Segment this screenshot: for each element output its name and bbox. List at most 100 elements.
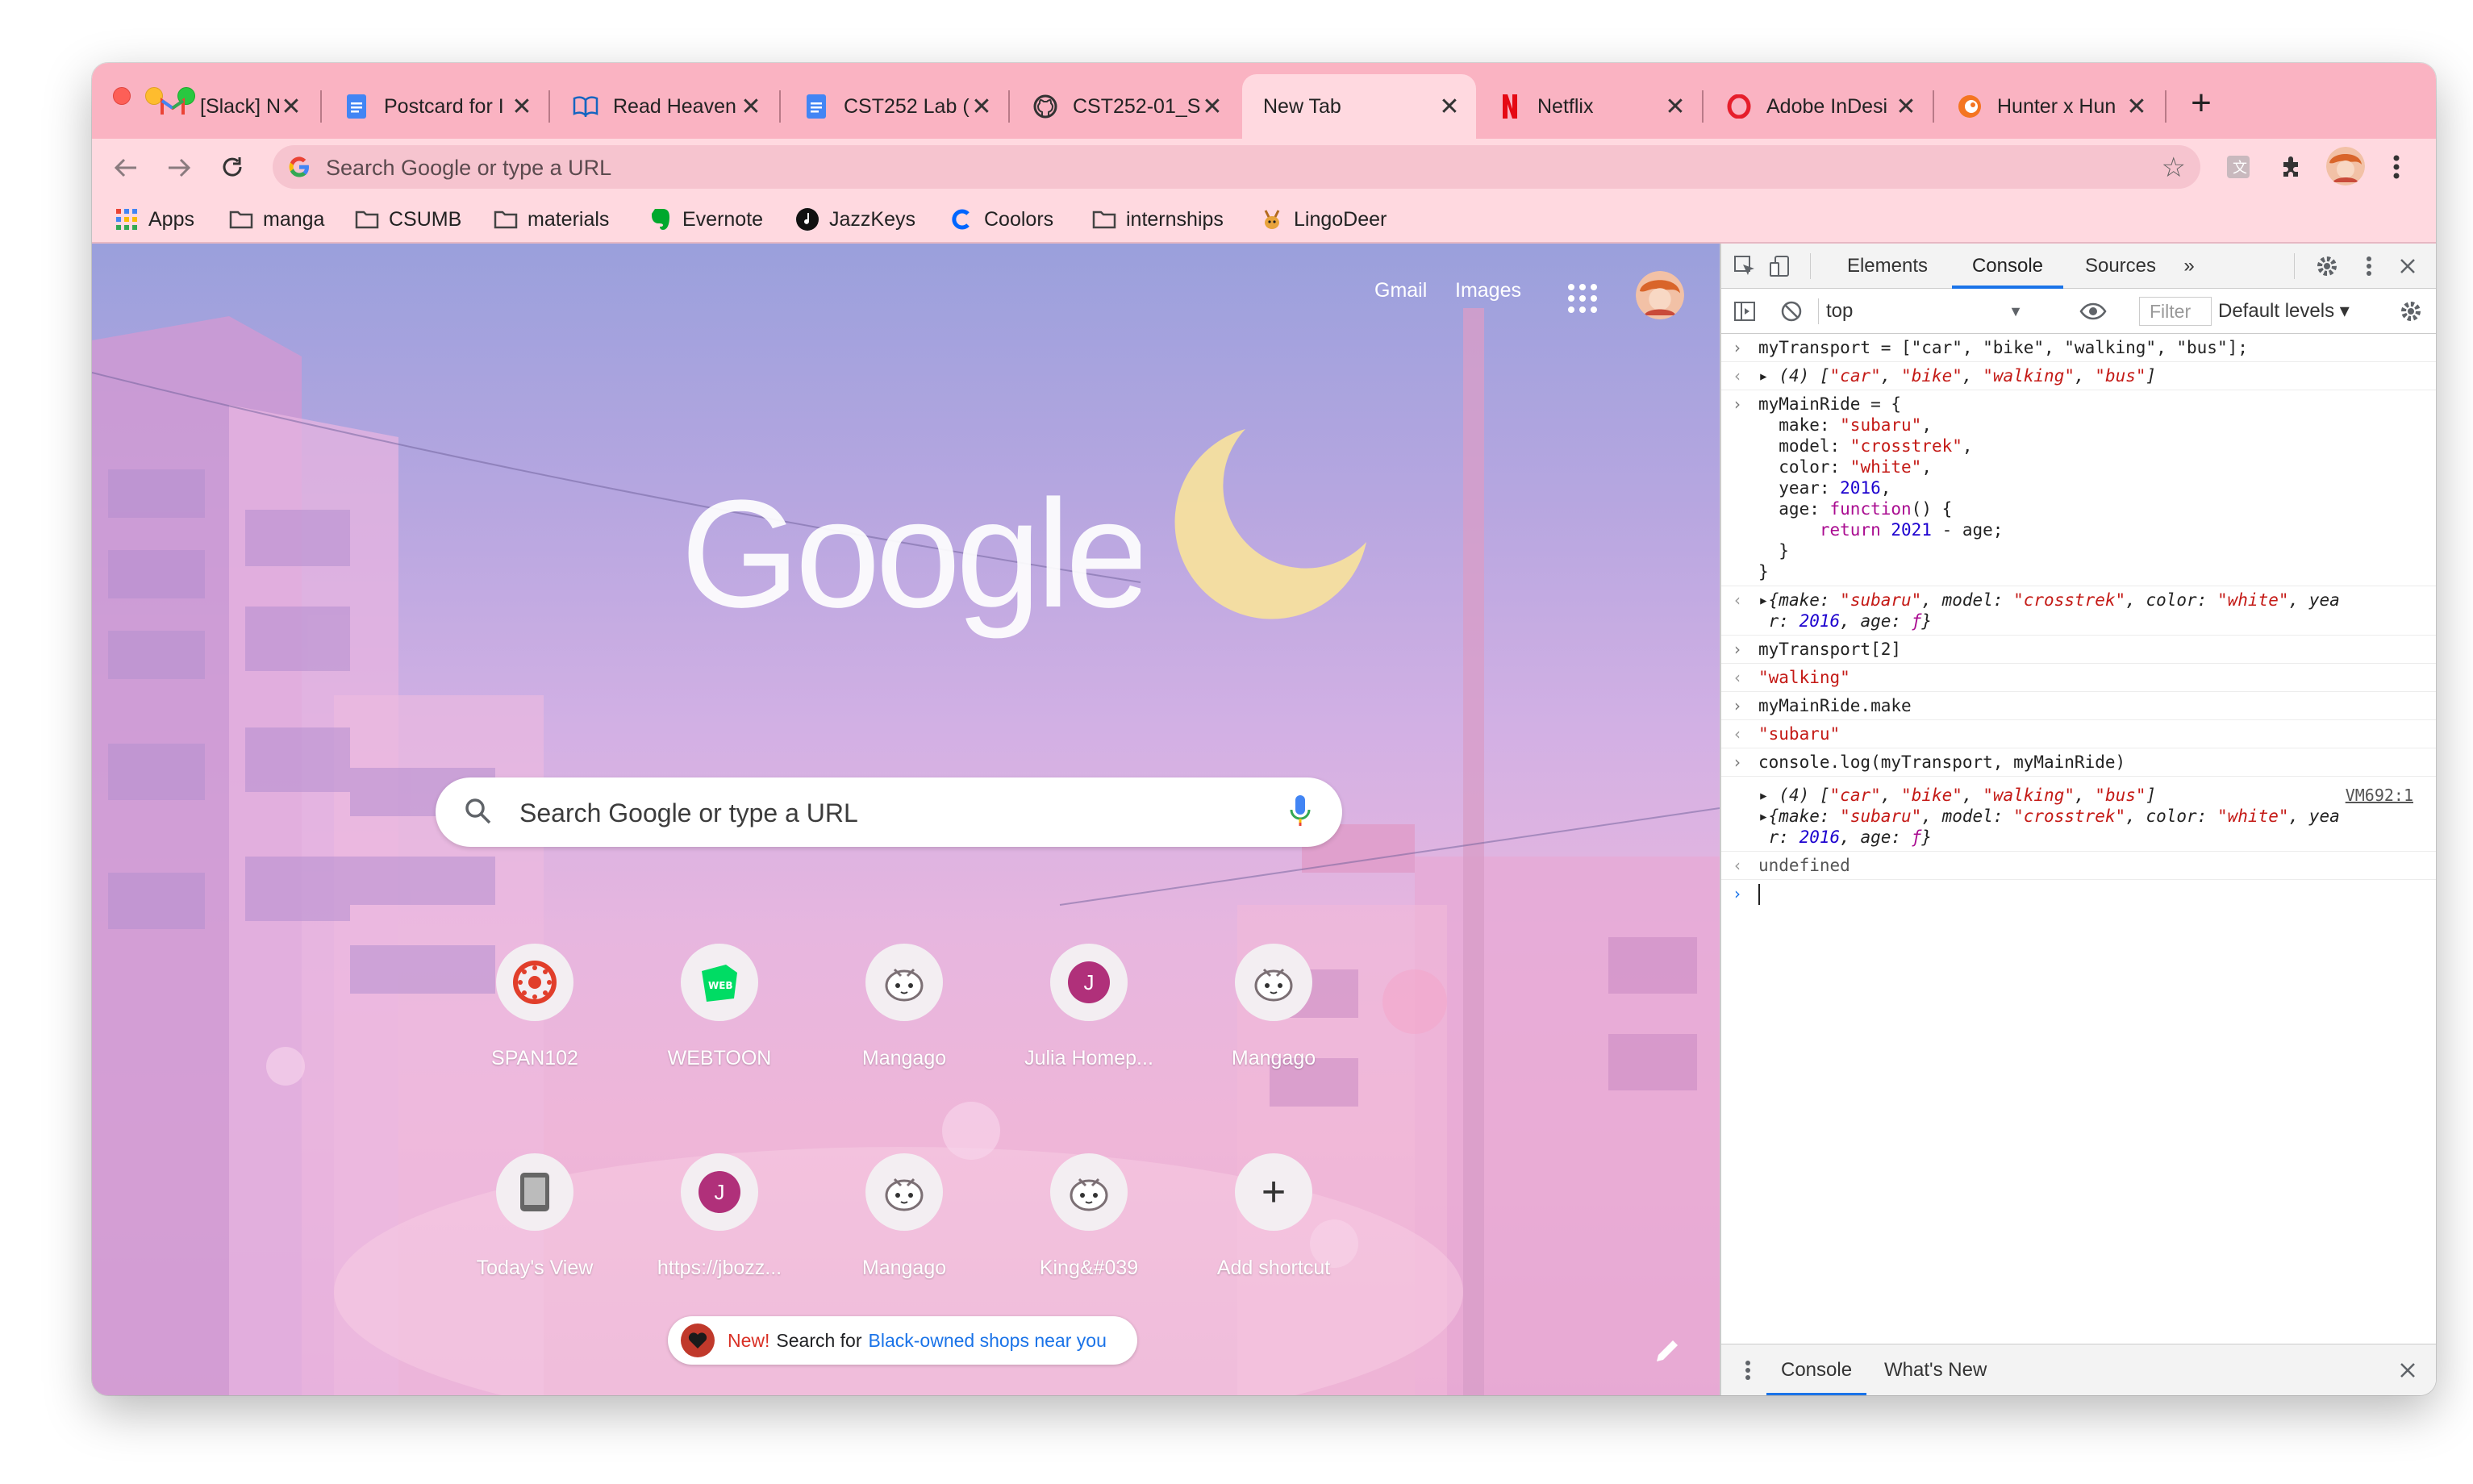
extensions-puzzle-icon[interactable] — [2275, 150, 2308, 184]
result-arrow-icon: ‹ — [1734, 724, 1741, 744]
log-levels-dropdown[interactable]: Default levels ▾ — [2218, 297, 2379, 326]
close-drawer-icon[interactable] — [2394, 1357, 2421, 1384]
bookmark-coolors[interactable]: Coolors — [950, 203, 1053, 236]
tab-adobe-indesign[interactable]: Adobe InDesi ✕ — [1705, 74, 1933, 139]
close-icon[interactable]: ✕ — [1200, 93, 1224, 121]
console-code: myMainRide.make — [1758, 696, 1912, 715]
tab-console[interactable]: Console — [1952, 244, 2063, 289]
console-value: undefined — [1758, 856, 1850, 875]
account-avatar[interactable] — [1636, 271, 1684, 319]
tab-new-tab[interactable]: New Tab ✕ — [1242, 74, 1476, 139]
live-expression-eye-icon[interactable] — [2079, 298, 2107, 325]
shortcut-mangago-3[interactable]: Mangago — [814, 1153, 995, 1339]
tab-read-heaven[interactable]: Read Heaven ✕ — [552, 74, 778, 139]
close-icon[interactable]: ✕ — [2125, 93, 2149, 121]
bookmark-label: Apps — [148, 207, 194, 231]
expand-triangle-icon[interactable]: ▸ — [1758, 366, 1779, 386]
bookmark-star-icon[interactable]: ☆ — [2162, 152, 2186, 184]
close-icon[interactable]: ✕ — [1663, 93, 1687, 121]
close-window-button[interactable] — [113, 87, 131, 105]
bookmark-manga[interactable]: manga — [229, 203, 324, 236]
context-selector[interactable]: top ▼ — [1826, 297, 2028, 326]
code: () { — [1911, 499, 1953, 519]
profile-avatar[interactable] — [2326, 147, 2365, 186]
shortcut-label: https://jbozz... — [657, 1257, 782, 1279]
translate-extension-icon[interactable]: 文 — [2221, 150, 2255, 184]
bookmark-apps[interactable]: Apps — [115, 203, 194, 236]
shortcut-mangago[interactable]: Mangago — [814, 944, 995, 1129]
shortcut-mangago-2[interactable]: Mangago — [1183, 944, 1364, 1129]
google-apps-icon[interactable] — [1568, 284, 1597, 313]
console-log-output[interactable]: VM692:1 ▸ (4) ["car", "bike", "walking" , … — [1721, 777, 2436, 852]
tab-hunter-x-hunter[interactable]: Hunter x Hun ✕ — [1936, 74, 2163, 139]
close-icon[interactable]: ✕ — [1437, 93, 1462, 121]
drawer-tab-console[interactable]: Console — [1766, 1344, 1867, 1395]
shortcut-king[interactable]: King&#039 — [999, 1153, 1179, 1339]
reload-button[interactable] — [213, 148, 252, 187]
inspect-element-icon[interactable] — [1731, 252, 1758, 280]
device-toolbar-icon[interactable] — [1766, 252, 1794, 280]
close-icon[interactable]: ✕ — [1894, 93, 1918, 121]
drawer-tab-whats-new[interactable]: What's New — [1884, 1344, 1987, 1395]
tab-slack[interactable]: [Slack] New m ✕ — [139, 74, 318, 139]
bookmark-label: Coolors — [984, 207, 1054, 231]
array-item: "car" — [1829, 786, 1881, 805]
obj-string: "white" — [2217, 590, 2289, 610]
close-icon[interactable]: ✕ — [739, 93, 763, 121]
shortcut-add[interactable]: + Add shortcut — [1183, 1153, 1364, 1339]
tab-cst252-lab[interactable]: CST252 Lab ( ✕ — [782, 74, 1008, 139]
clear-console-icon[interactable] — [1778, 298, 1805, 325]
plus-icon: + — [1235, 1153, 1312, 1231]
console-result-object[interactable]: ‹ ▸{make: "subaru", model: "crosstrek", c… — [1721, 586, 2436, 636]
close-icon[interactable]: ✕ — [970, 93, 994, 121]
obj: , color: — [2125, 807, 2217, 826]
settings-gear-icon[interactable] — [2313, 252, 2341, 280]
tab-netflix[interactable]: Netflix ✕ — [1476, 74, 1702, 139]
tab-cst252-github[interactable]: CST252-01_S ✕ — [1011, 74, 1239, 139]
close-icon[interactable]: ✕ — [279, 93, 303, 121]
search-box[interactable]: Search Google or type a URL — [436, 777, 1342, 847]
kebab-menu-icon[interactable] — [2355, 252, 2383, 280]
shortcut-todays-view[interactable]: Today's View — [444, 1153, 625, 1339]
console-input-line: › console.log(myTransport, myMainRide) — [1721, 748, 2436, 777]
shortcut-julia-homepage[interactable]: J Julia Homep... — [999, 944, 1179, 1129]
bookmark-jazzkeys[interactable]: JazzKeys — [795, 203, 915, 236]
forward-button[interactable] — [160, 148, 198, 187]
customize-pencil-icon[interactable] — [1654, 1337, 1681, 1365]
filter-input[interactable]: Filter — [2139, 297, 2212, 326]
expand-triangle-icon[interactable]: ▸ — [1758, 807, 1769, 826]
obj: {make: — [1768, 807, 1841, 826]
console-result-line[interactable]: ‹ ▸ (4) ["car", "bike", "walking", "bus"] — [1721, 362, 2436, 390]
close-icon[interactable]: ✕ — [510, 93, 534, 121]
bookmark-materials[interactable]: materials — [494, 203, 609, 236]
console-prompt[interactable]: › — [1721, 880, 2436, 908]
tab-postcard[interactable]: Postcard for I ✕ — [323, 74, 548, 139]
tab-title: Postcard for I — [384, 94, 504, 118]
tab-sources[interactable]: Sources — [2071, 244, 2170, 289]
bookmark-evernote[interactable]: Evernote — [648, 203, 763, 236]
promo-banner[interactable]: New! Search for Black-owned shops near y… — [668, 1316, 1137, 1365]
gmail-link[interactable]: Gmail — [1374, 279, 1427, 302]
expand-triangle-icon[interactable]: ▸ — [1758, 590, 1769, 610]
back-button[interactable] — [106, 148, 145, 187]
microphone-icon[interactable] — [1289, 794, 1312, 829]
sidebar-toggle-icon[interactable] — [1731, 298, 1758, 325]
drawer-menu-icon[interactable] — [1734, 1357, 1762, 1384]
expand-triangle-icon[interactable]: ▸ — [1758, 786, 1779, 805]
bookmark-lingodeer[interactable]: LingoDeer — [1260, 203, 1387, 236]
shortcut-webtoon[interactable]: WEB WEBTOON — [629, 944, 810, 1129]
promo-link[interactable]: Black-owned shops near you — [869, 1330, 1107, 1352]
chrome-menu-icon[interactable] — [2379, 150, 2413, 184]
images-link[interactable]: Images — [1455, 279, 1521, 302]
close-devtools-icon[interactable] — [2394, 252, 2421, 280]
bookmark-internships[interactable]: internships — [1092, 203, 1224, 236]
bookmark-csumb[interactable]: CSUMB — [355, 203, 461, 236]
omnibox[interactable]: Search Google or type a URL ☆ — [273, 145, 2200, 189]
source-link[interactable]: VM692:1 — [2346, 785, 2413, 806]
console-settings-gear-icon[interactable] — [2397, 298, 2425, 325]
shortcut-jbozz[interactable]: J https://jbozz... — [629, 1153, 810, 1339]
tab-elements[interactable]: Elements — [1834, 244, 1941, 289]
new-tab-button[interactable]: + — [2181, 84, 2221, 124]
more-tabs-icon[interactable]: » — [2173, 244, 2205, 289]
shortcut-span102[interactable]: SPAN102 — [444, 944, 625, 1129]
